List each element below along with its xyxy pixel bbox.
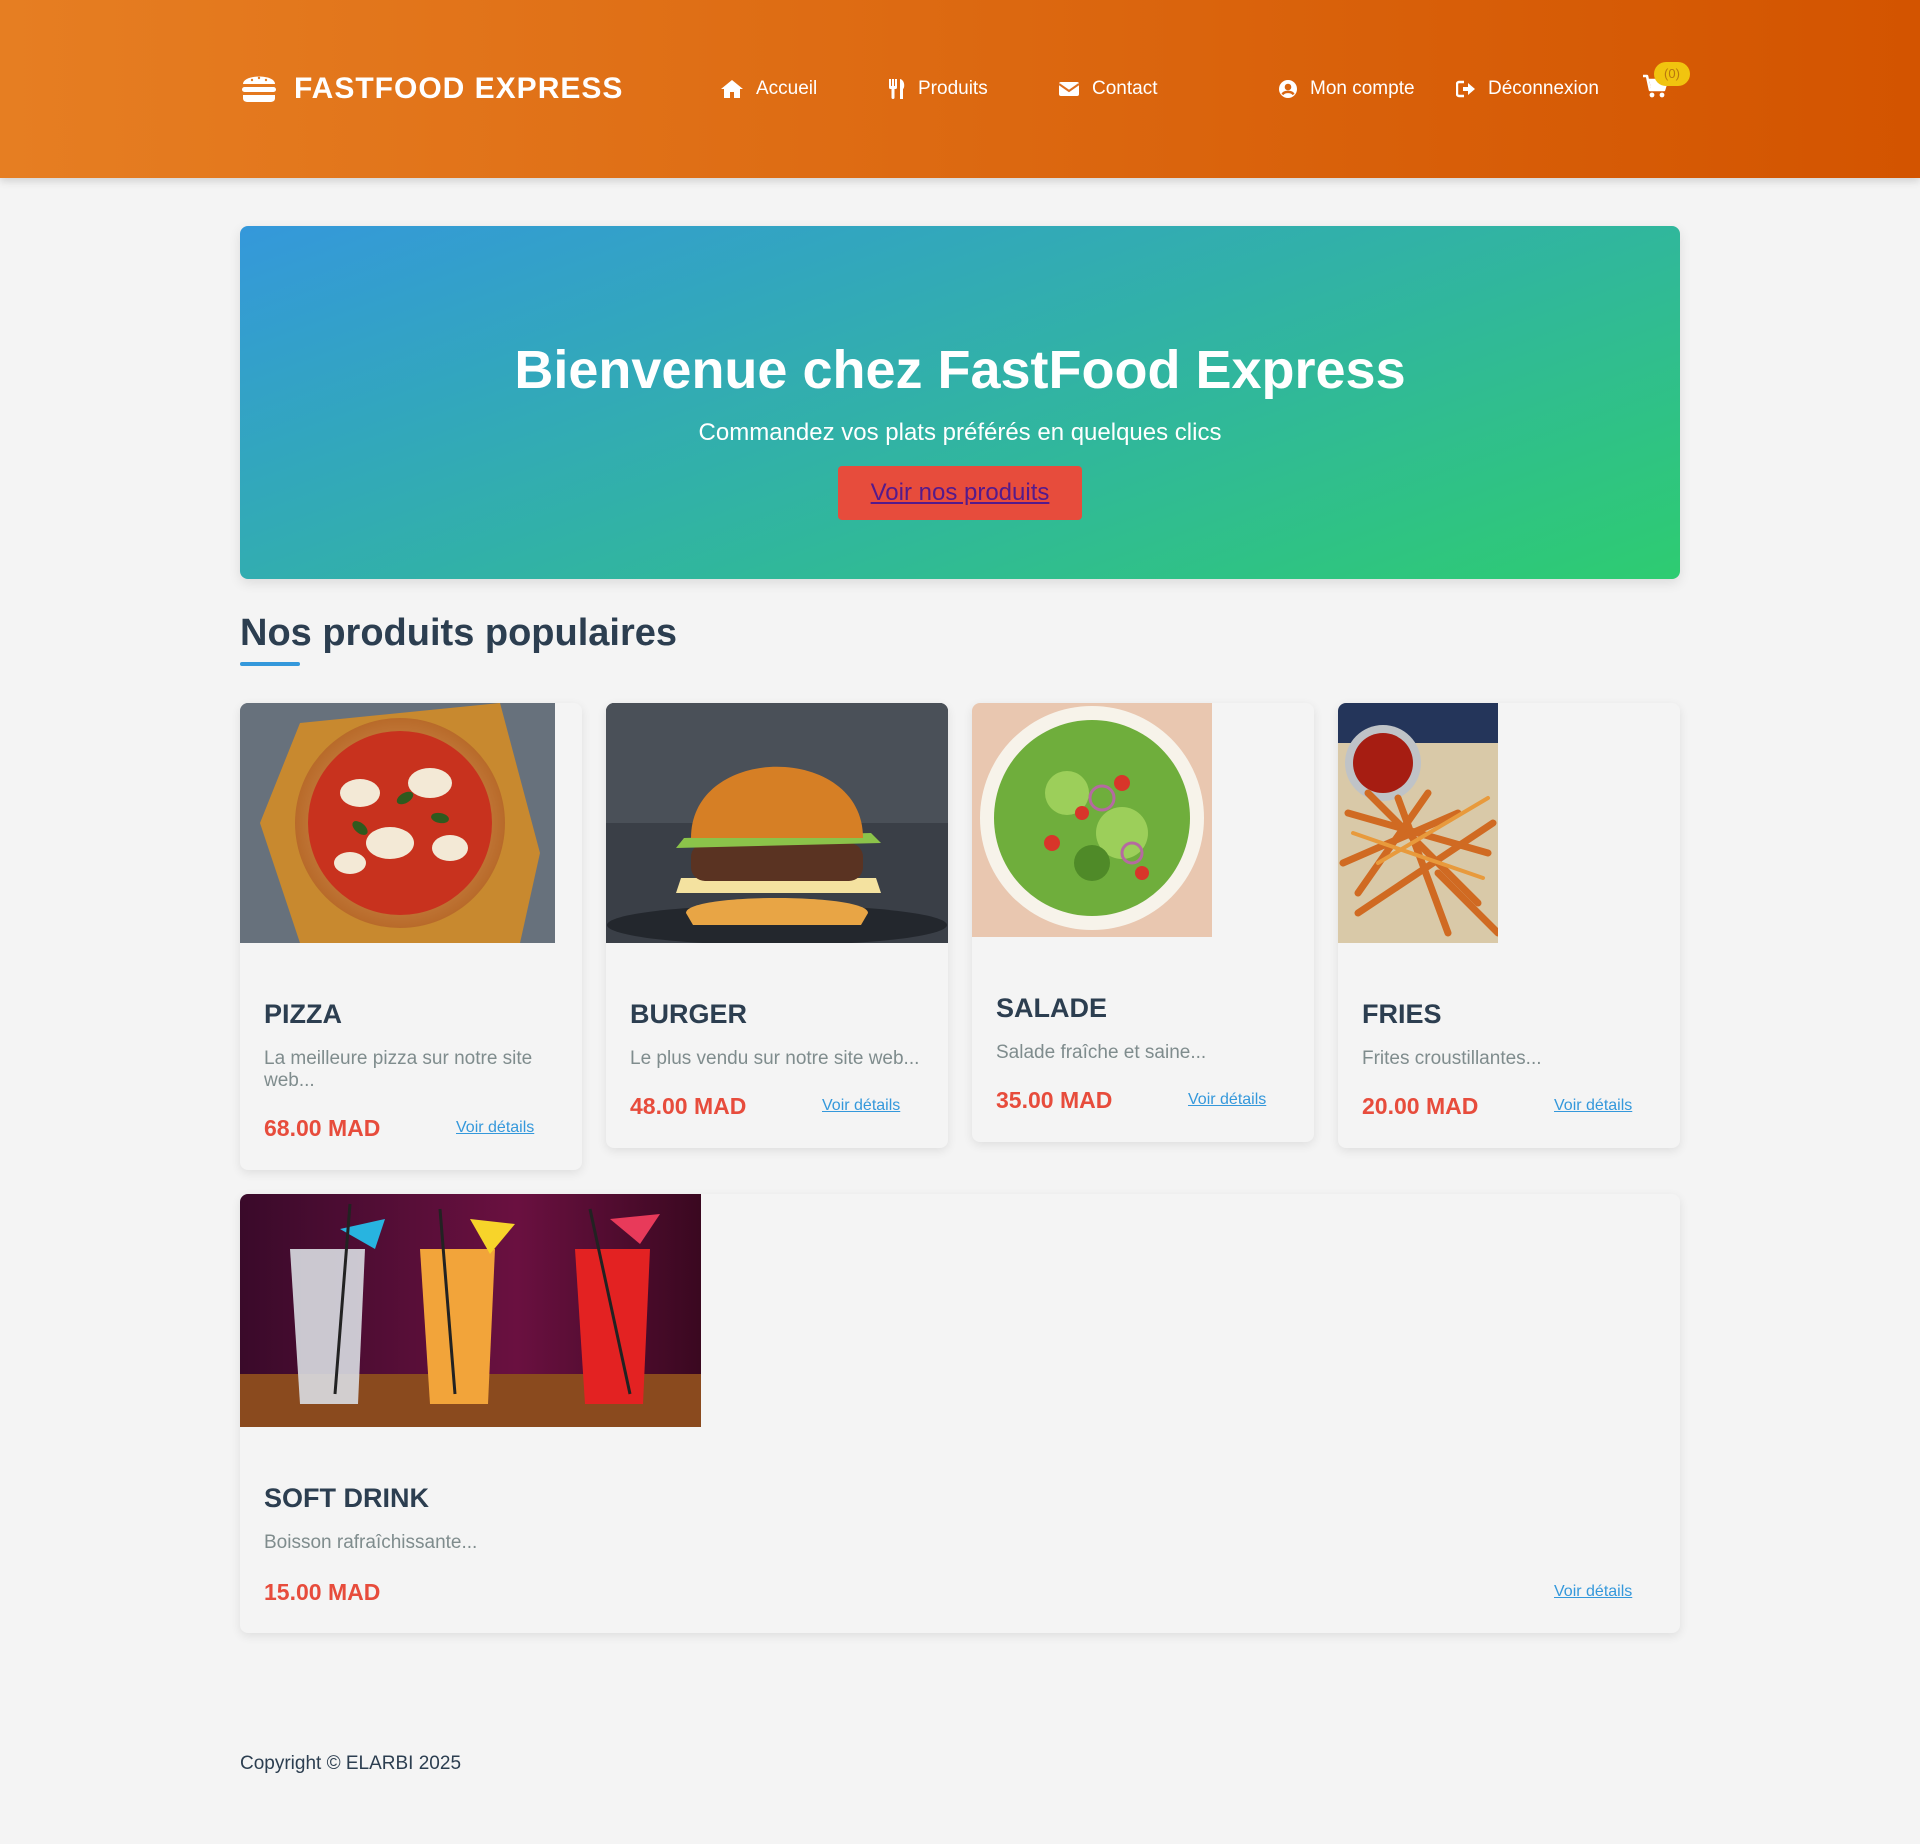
nav-produits[interactable]: Produits	[888, 76, 988, 102]
nav-label: Mon compte	[1310, 78, 1415, 99]
nav-label: Contact	[1092, 78, 1158, 99]
view-details-link[interactable]: Voir détails	[1554, 1096, 1632, 1116]
brand-logo[interactable]: FASTFOOD EXPRESS	[240, 71, 623, 107]
home-icon	[720, 79, 744, 99]
footer-copyright: Copyright © ELARBI 2025	[240, 1753, 462, 1774]
nav-label: Déconnexion	[1488, 78, 1599, 99]
product-price: 48.00 MAD	[630, 1093, 747, 1119]
nav-label: Accueil	[756, 78, 818, 99]
site-header: FASTFOOD EXPRESS Accueil Produits Contac…	[0, 0, 1920, 178]
view-details-link[interactable]: Voir détails	[456, 1118, 534, 1138]
nav-deconnexion[interactable]: Déconnexion	[1456, 76, 1599, 102]
product-card-soft-drink: SOFT DRINK Boisson rafraîchissante... 15…	[240, 1194, 1680, 1633]
product-name: FRIES	[1362, 999, 1442, 1029]
envelope-icon	[1058, 80, 1080, 98]
product-card-pizza: PIZZA La meilleure pizza sur notre site …	[240, 703, 582, 1170]
product-price: 68.00 MAD	[264, 1115, 381, 1141]
utensils-icon	[888, 78, 906, 100]
hero-banner: Bienvenue chez FastFood Express Commande…	[240, 226, 1680, 579]
burger-icon	[240, 70, 278, 109]
nav-label: Produits	[918, 78, 988, 99]
product-description: Boisson rafraîchissante...	[264, 1532, 478, 1553]
view-details-link[interactable]: Voir détails	[822, 1096, 900, 1116]
nav-accueil[interactable]: Accueil	[720, 76, 817, 102]
product-price: 15.00 MAD	[264, 1579, 381, 1605]
view-details-link[interactable]: Voir détails	[1188, 1090, 1266, 1110]
salad-photo	[972, 703, 1212, 937]
product-card-burger: BURGER Le plus vendu sur notre site web.…	[606, 703, 948, 1148]
product-description: La meilleure pizza sur notre site web...	[264, 1048, 533, 1091]
nav-contact[interactable]: Contact	[1058, 76, 1157, 102]
view-products-button[interactable]: Voir nos produits	[838, 466, 1082, 520]
product-description: Le plus vendu sur notre site web...	[630, 1048, 920, 1069]
product-price: 20.00 MAD	[1362, 1093, 1479, 1119]
pizza-photo	[240, 703, 555, 943]
user-circle-icon	[1278, 79, 1298, 99]
product-description: Salade fraîche et saine...	[996, 1042, 1207, 1063]
burger-photo	[606, 703, 948, 943]
product-name: SOFT DRINK	[264, 1483, 429, 1513]
product-card-fries: FRIES Frites croustillantes... 20.00 MAD…	[1338, 703, 1680, 1148]
product-name: SALADE	[996, 993, 1108, 1023]
hero-subtitle: Commandez vos plats préférés en quelques…	[698, 419, 1222, 446]
product-description: Frites croustillantes...	[1362, 1048, 1542, 1069]
sign-out-icon	[1456, 80, 1476, 98]
product-name: BURGER	[630, 999, 748, 1029]
hero-title: Bienvenue chez FastFood Express	[514, 340, 1406, 400]
view-details-link[interactable]: Voir détails	[1554, 1582, 1632, 1602]
section-title: Nos produits populaires	[240, 612, 678, 654]
product-price: 35.00 MAD	[996, 1087, 1113, 1113]
drinks-photo	[240, 1194, 701, 1427]
brand-name: FASTFOOD EXPRESS	[294, 72, 624, 105]
section-title-underline	[240, 662, 300, 666]
nav-mon-compte[interactable]: Mon compte	[1278, 76, 1415, 102]
cart-count-badge: (0)	[1654, 62, 1690, 86]
fries-photo	[1338, 703, 1498, 943]
product-name: PIZZA	[264, 999, 342, 1029]
product-card-salade: SALADE Salade fraîche et saine... 35.00 …	[972, 703, 1314, 1142]
